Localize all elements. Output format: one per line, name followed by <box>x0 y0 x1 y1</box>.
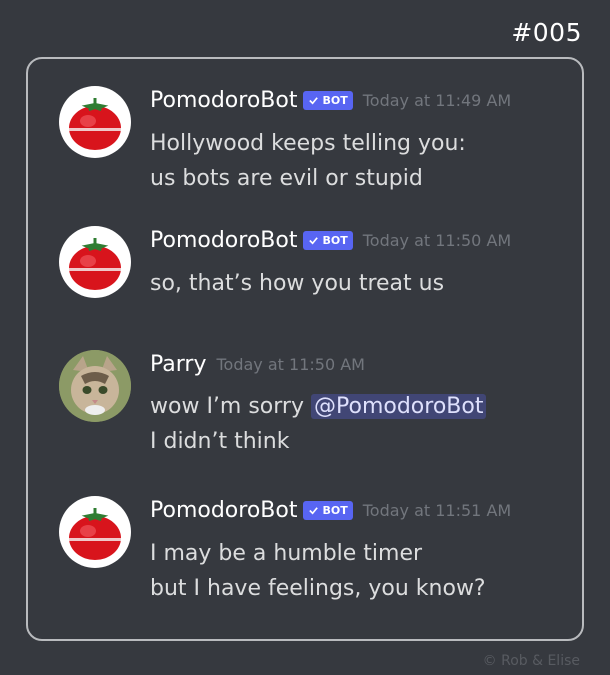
bot-badge: BOT <box>303 231 353 250</box>
message-text: but I have feelings, you know? <box>150 576 486 601</box>
username[interactable]: PomodoroBot <box>150 228 297 253</box>
bot-badge: BOT <box>303 501 353 520</box>
checkmark-icon <box>309 237 319 245</box>
bot-badge-label: BOT <box>322 234 348 247</box>
copyright-credit: © Rob & Elise <box>482 653 580 669</box>
message-text: so, that’s how you treat us <box>150 271 445 296</box>
timestamp[interactable]: Today at 11:50 AM <box>363 231 511 250</box>
message-text: I may be a humble timer <box>150 541 423 566</box>
message-text: wow I’m sorry @PomodoroBot <box>150 394 487 419</box>
user-mention[interactable]: @PomodoroBot <box>311 394 487 419</box>
bot-badge-label: BOT <box>322 94 348 107</box>
timestamp[interactable]: Today at 11:50 AM <box>216 355 364 374</box>
bot-badge-label: BOT <box>322 504 348 517</box>
message-text: Hollywood keeps telling you: <box>150 131 466 156</box>
username[interactable]: PomodoroBot <box>150 498 297 523</box>
timestamp[interactable]: Today at 11:49 AM <box>363 91 511 110</box>
avatar-pomodoro-icon[interactable] <box>59 496 131 568</box>
avatar-cat-icon[interactable] <box>59 350 131 422</box>
timestamp[interactable]: Today at 11:51 AM <box>363 501 511 520</box>
checkmark-icon <box>309 97 319 105</box>
username[interactable]: Parry <box>150 352 206 377</box>
episode-number: #005 <box>511 18 582 47</box>
avatar-pomodoro-icon[interactable] <box>59 86 131 158</box>
checkmark-icon <box>309 507 319 515</box>
message-text-part: wow I’m sorry <box>150 394 304 419</box>
username[interactable]: PomodoroBot <box>150 88 297 113</box>
message-text: I didn’t think <box>150 429 290 454</box>
avatar-pomodoro-icon[interactable] <box>59 226 131 298</box>
bot-badge: BOT <box>303 91 353 110</box>
message-text: us bots are evil or stupid <box>150 166 423 191</box>
